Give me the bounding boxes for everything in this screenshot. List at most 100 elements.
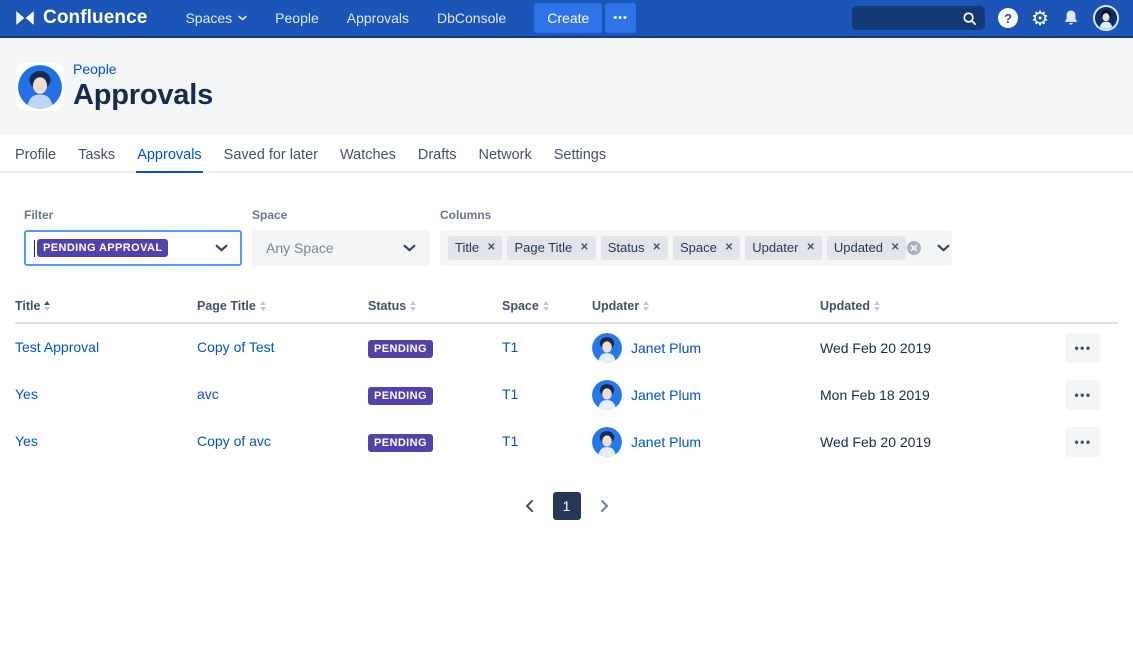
table-row: Yes avc PENDING T1 xyxy=(15,371,1118,418)
profile-tab[interactable]: Approvals xyxy=(126,141,212,171)
search-box[interactable] xyxy=(852,6,985,30)
nav-menu-item[interactable]: People xyxy=(261,3,333,33)
notifications-button[interactable] xyxy=(1062,9,1080,27)
nav-menu-item[interactable]: Approvals xyxy=(333,3,423,33)
remove-tag-icon[interactable]: ✕ xyxy=(725,243,733,253)
column-tag[interactable]: Status ✕ xyxy=(601,236,668,260)
columns-multiselect[interactable]: Title ✕ Page Title ✕ Status ✕ xyxy=(440,230,952,266)
top-navigation: Confluence Spaces People Approvals xyxy=(0,0,1133,38)
profile-tab[interactable]: Network xyxy=(468,141,543,171)
column-tag[interactable]: Updater ✕ xyxy=(745,236,822,260)
create-button[interactable]: Create xyxy=(534,3,602,33)
approval-title-link[interactable]: Yes xyxy=(15,433,38,449)
updater-avatar[interactable] xyxy=(592,380,622,410)
user-avatar[interactable] xyxy=(1093,5,1119,31)
chevron-down-icon xyxy=(238,15,247,21)
people-avatar[interactable] xyxy=(16,63,64,111)
remove-tag-icon[interactable]: ✕ xyxy=(487,243,495,253)
updater-link[interactable]: Janet Plum xyxy=(631,340,701,356)
profile-tab[interactable]: Tasks xyxy=(67,141,126,171)
pagination: 1 xyxy=(15,492,1118,520)
chevron-down-icon xyxy=(215,244,228,252)
column-header[interactable]: Updated xyxy=(820,299,1037,313)
page-title-link[interactable]: avc xyxy=(197,386,219,402)
columns-select-controls xyxy=(906,240,950,256)
column-tag[interactable]: Page Title ✕ xyxy=(507,236,595,260)
search-input[interactable] xyxy=(860,10,962,27)
remove-tag-icon[interactable]: ✕ xyxy=(806,243,814,253)
filter-bar: Filter PENDING APPROVAL Space Any Space … xyxy=(15,208,1118,266)
filter-group-columns: Columns Title ✕ Page Title ✕ xyxy=(440,208,952,266)
profile-tab[interactable]: Settings xyxy=(543,141,617,171)
question-mark-icon: ? xyxy=(998,8,1018,28)
pagination-current-page[interactable]: 1 xyxy=(553,492,581,520)
status-lozenge: PENDING xyxy=(368,387,433,405)
row-actions-button[interactable]: ••• xyxy=(1065,380,1101,410)
text-caret xyxy=(34,240,35,257)
remove-tag-icon[interactable]: ✕ xyxy=(653,243,661,253)
pagination-prev-button[interactable] xyxy=(519,495,541,517)
profile-tab[interactable]: Drafts xyxy=(407,141,468,171)
clear-all-icon[interactable] xyxy=(906,240,922,256)
nav-menu-item[interactable]: Spaces xyxy=(171,3,261,33)
remove-tag-icon[interactable]: ✕ xyxy=(580,243,588,253)
filter-group-filter: Filter PENDING APPROVAL xyxy=(24,208,242,266)
pagination-next-button[interactable] xyxy=(593,495,615,517)
page-title-link[interactable]: Copy of Test xyxy=(197,339,275,355)
updater-link[interactable]: Janet Plum xyxy=(631,434,701,450)
columns-label: Columns xyxy=(440,208,952,222)
settings-button[interactable]: ⚙ xyxy=(1031,8,1049,28)
gear-icon: ⚙ xyxy=(1031,8,1049,28)
sort-icon xyxy=(410,301,416,311)
column-header[interactable]: Title xyxy=(15,299,197,313)
column-tag[interactable]: Title ✕ xyxy=(448,236,502,260)
approvals-table: Title Page Title Status Space xyxy=(15,299,1118,465)
column-header[interactable]: Status xyxy=(368,299,502,313)
breadcrumb-people-link[interactable]: People xyxy=(73,61,213,77)
updater-avatar[interactable] xyxy=(592,333,622,363)
confluence-home-link[interactable]: Confluence xyxy=(14,7,147,29)
column-tag[interactable]: Updated ✕ xyxy=(827,236,907,260)
column-header[interactable]: Space xyxy=(502,299,592,313)
filter-value-lozenge: PENDING APPROVAL xyxy=(37,239,168,257)
help-button[interactable]: ? xyxy=(998,8,1018,28)
header-text: People Approvals xyxy=(73,61,213,112)
space-link[interactable]: T1 xyxy=(502,386,518,402)
filter-label: Filter xyxy=(24,208,242,222)
profile-tab[interactable]: Watches xyxy=(329,141,407,171)
status-lozenge: PENDING xyxy=(368,340,433,358)
people-avatar-image xyxy=(18,65,62,109)
updated-date: Wed Feb 20 2019 xyxy=(820,434,1037,450)
filter-select[interactable]: PENDING APPROVAL xyxy=(24,230,242,266)
chevron-down-icon[interactable] xyxy=(937,244,950,252)
bell-icon xyxy=(1062,9,1080,27)
nav-more-button[interactable]: ••• xyxy=(605,3,636,33)
chevron-right-icon xyxy=(597,499,611,513)
chevron-left-icon xyxy=(523,499,537,513)
approval-title-link[interactable]: Yes xyxy=(15,386,38,402)
column-header[interactable]: Updater xyxy=(592,299,820,313)
row-actions-button[interactable]: ••• xyxy=(1065,427,1101,457)
page-title-link[interactable]: Copy of avc xyxy=(197,433,271,449)
updater-avatar[interactable] xyxy=(592,427,622,457)
nav-menu-item[interactable]: DbConsole xyxy=(423,3,520,33)
sort-icon xyxy=(874,301,880,311)
profile-tab[interactable]: Saved for later xyxy=(213,141,329,171)
row-actions-button[interactable]: ••• xyxy=(1065,333,1101,363)
column-tag[interactable]: Space ✕ xyxy=(673,236,740,260)
profile-tab[interactable]: Profile xyxy=(4,141,67,171)
space-link[interactable]: T1 xyxy=(502,339,518,355)
confluence-app: Confluence Spaces People Approvals xyxy=(0,0,1133,520)
space-label: Space xyxy=(252,208,430,222)
space-select[interactable]: Any Space xyxy=(252,230,430,266)
table-row: Test Approval Copy of Test PENDING T1 xyxy=(15,324,1118,371)
profile-tabs: Profile Tasks Approvals Saved for later … xyxy=(0,141,1133,173)
updater-link[interactable]: Janet Plum xyxy=(631,387,701,403)
column-header[interactable]: Page Title xyxy=(197,299,368,313)
user-avatar-image xyxy=(1095,7,1117,29)
remove-tag-icon[interactable]: ✕ xyxy=(891,243,899,253)
approval-title-link[interactable]: Test Approval xyxy=(15,339,99,355)
space-link[interactable]: T1 xyxy=(502,433,518,449)
updater-avatar-image xyxy=(592,333,622,363)
updater-avatar-image xyxy=(592,427,622,457)
